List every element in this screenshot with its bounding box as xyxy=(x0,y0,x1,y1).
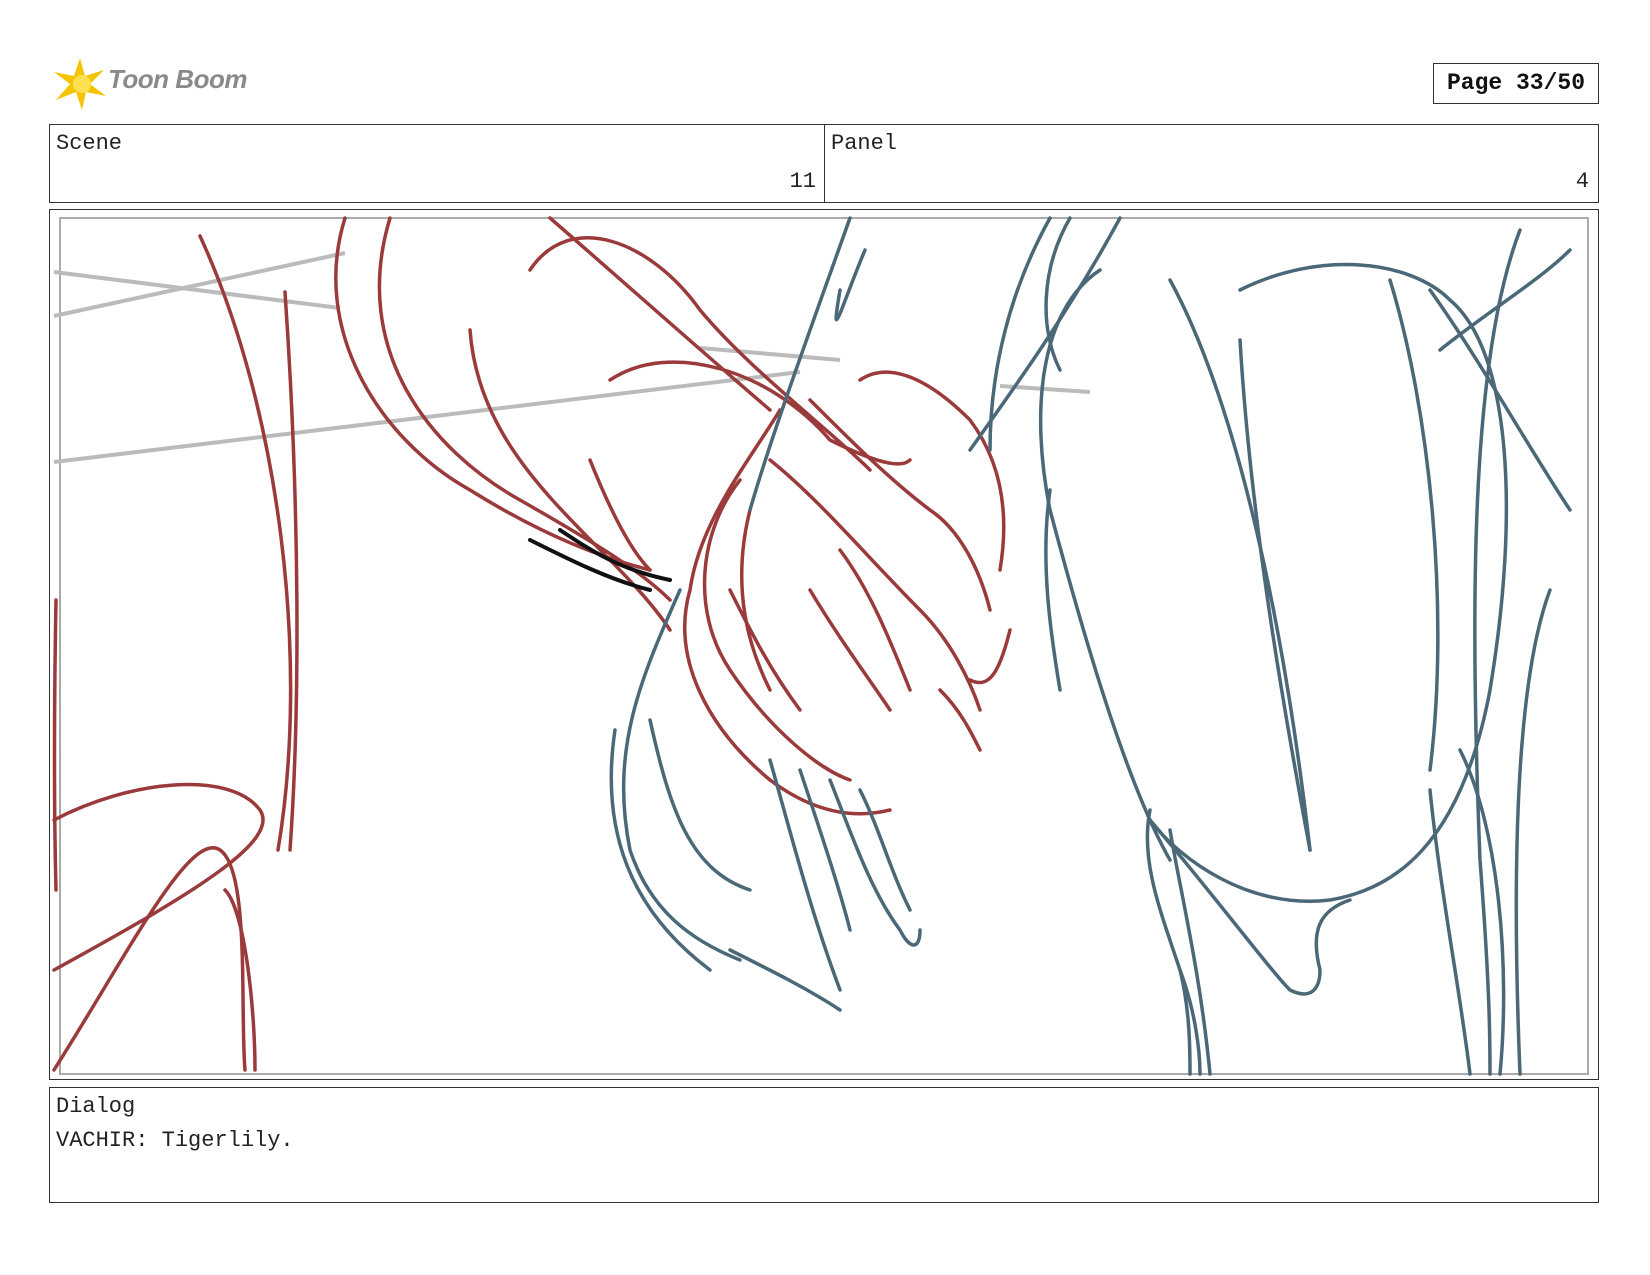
panel-label: Panel xyxy=(831,131,898,156)
dialog-box: Dialog VACHIR: Tigerlily. xyxy=(49,1087,1599,1203)
toon-boom-logo: Toon Boom xyxy=(52,56,252,112)
dialog-label: Dialog xyxy=(56,1094,136,1119)
starburst-icon xyxy=(54,58,106,110)
logo-text: Toon Boom xyxy=(108,64,247,94)
dialog-text: VACHIR: Tigerlily. xyxy=(56,1128,294,1153)
red-character-lines xyxy=(52,216,1012,1072)
scene-number: 11 xyxy=(789,169,816,194)
scene-panel-header: Scene 11 Panel 4 xyxy=(49,124,1599,203)
page-number: Page 33/50 xyxy=(1433,63,1599,104)
sketch-drawing xyxy=(52,216,1589,1076)
scene-cell: Scene 11 xyxy=(50,125,825,202)
panel-cell: Panel 4 xyxy=(825,125,1597,202)
gray-guide-lines xyxy=(53,251,1091,464)
panel-number: 4 xyxy=(1575,169,1589,194)
blue-character-lines xyxy=(609,216,1572,1076)
scene-label: Scene xyxy=(56,131,123,156)
storyboard-frame xyxy=(49,209,1599,1080)
